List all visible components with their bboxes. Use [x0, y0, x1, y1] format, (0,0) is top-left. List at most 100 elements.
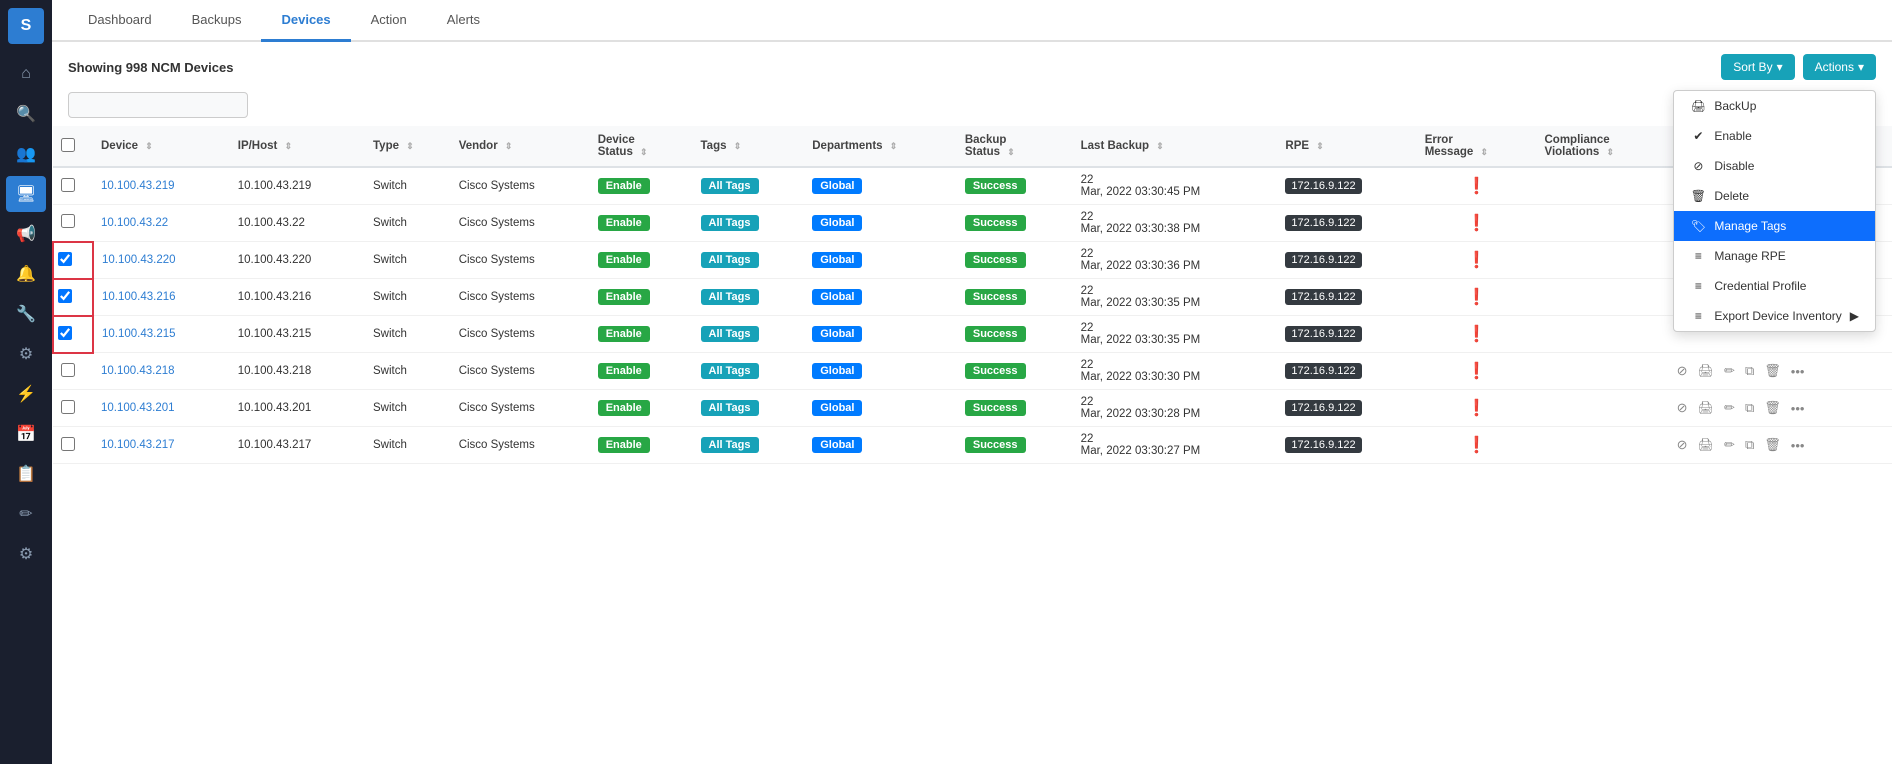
- dept-badge: Global: [812, 326, 862, 342]
- row-checkbox-cell: [53, 242, 93, 279]
- col-departments[interactable]: Departments ⇕: [804, 126, 957, 167]
- dropdown-item-enable[interactable]: ✔ Enable: [1674, 121, 1875, 151]
- row-checkbox[interactable]: [61, 437, 75, 451]
- more-row-btn[interactable]: •••: [1788, 400, 1808, 417]
- row-backup: Success: [957, 390, 1073, 427]
- device-link[interactable]: 10.100.43.220: [102, 254, 176, 266]
- tags-badge: All Tags: [701, 215, 759, 231]
- row-ip: 10.100.43.201: [230, 390, 365, 427]
- dropdown-item-delete[interactable]: 🗑 Delete: [1674, 181, 1875, 211]
- col-tags[interactable]: Tags ⇕: [693, 126, 805, 167]
- dropdown-item-credential[interactable]: ≡ Credential Profile: [1674, 271, 1875, 301]
- col-backup-status[interactable]: BackupStatus ⇕: [957, 126, 1073, 167]
- col-compliance[interactable]: ComplianceViolations ⇕: [1537, 126, 1666, 167]
- more-row-btn[interactable]: •••: [1788, 437, 1808, 454]
- row-checkbox[interactable]: [58, 252, 72, 266]
- delete-row-btn[interactable]: 🗑: [1761, 399, 1784, 417]
- backup-row-btn[interactable]: 🖨: [1695, 399, 1718, 417]
- error-icon: ❗: [1467, 252, 1487, 269]
- row-checkbox[interactable]: [58, 326, 72, 340]
- device-link[interactable]: 10.100.43.217: [101, 439, 175, 451]
- showing-label: Showing 998 NCM Devices: [68, 60, 233, 75]
- disable-row-btn[interactable]: ⊘: [1674, 436, 1691, 454]
- sort-rpe-icon: ⇕: [1316, 141, 1324, 152]
- row-type: Switch: [365, 390, 451, 427]
- dropdown-item-export[interactable]: ≡ Export Device Inventory ▶: [1674, 301, 1875, 331]
- col-last-backup[interactable]: Last Backup ⇕: [1073, 126, 1278, 167]
- device-link[interactable]: 10.100.43.201: [101, 402, 175, 414]
- dropdown-item-manage-rpe[interactable]: ≡ Manage RPE: [1674, 241, 1875, 271]
- col-ip[interactable]: IP/Host ⇕: [230, 126, 365, 167]
- sidebar-item-reports[interactable]: 📋: [6, 456, 46, 492]
- dropdown-item-manage-tags[interactable]: 🏷 Manage Tags: [1674, 211, 1875, 241]
- sidebar-item-edit[interactable]: ✏: [6, 496, 46, 532]
- tags-badge: All Tags: [701, 178, 759, 194]
- more-row-btn[interactable]: •••: [1788, 363, 1808, 380]
- status-badge: Enable: [598, 437, 650, 453]
- sidebar-item-settings[interactable]: ⚙: [6, 336, 46, 372]
- row-checkbox[interactable]: [61, 214, 75, 228]
- row-rpe: 172.16.9.122: [1277, 205, 1416, 242]
- backup-row-btn[interactable]: 🖨: [1695, 436, 1718, 454]
- tags-badge: All Tags: [701, 363, 759, 379]
- col-device-status[interactable]: DeviceStatus ⇕: [590, 126, 693, 167]
- dropdown-item-disable[interactable]: ⊘ Disable: [1674, 151, 1875, 181]
- tab-dashboard[interactable]: Dashboard: [68, 0, 172, 42]
- copy-row-btn[interactable]: ⧉: [1742, 436, 1757, 454]
- tab-devices[interactable]: Devices: [261, 0, 350, 42]
- delete-row-btn[interactable]: 🗑: [1761, 436, 1784, 454]
- table-row: 10.100.43.21710.100.43.217SwitchCisco Sy…: [53, 427, 1892, 464]
- sidebar-item-tools[interactable]: 🔧: [6, 296, 46, 332]
- row-checkbox[interactable]: [61, 400, 75, 414]
- tab-backups[interactable]: Backups: [172, 0, 262, 42]
- select-all-checkbox[interactable]: [61, 138, 75, 152]
- col-rpe[interactable]: RPE ⇕: [1277, 126, 1416, 167]
- row-checkbox[interactable]: [58, 289, 72, 303]
- sidebar-item-home[interactable]: ⌂: [6, 56, 46, 92]
- row-last-backup: 22Mar, 2022 03:30:38 PM: [1073, 205, 1278, 242]
- sidebar-item-users[interactable]: 👥: [6, 136, 46, 172]
- sidebar-item-search[interactable]: 🔍: [6, 96, 46, 132]
- sidebar-item-actions[interactable]: ⚡: [6, 376, 46, 412]
- backup-row-btn[interactable]: 🖨: [1695, 362, 1718, 380]
- sidebar-item-schedule[interactable]: 📅: [6, 416, 46, 452]
- tab-alerts[interactable]: Alerts: [427, 0, 500, 42]
- sidebar-item-alerts[interactable]: 📢: [6, 216, 46, 252]
- row-backup: Success: [957, 279, 1073, 316]
- copy-row-btn[interactable]: ⧉: [1742, 362, 1757, 380]
- device-link[interactable]: 10.100.43.216: [102, 291, 176, 303]
- device-link[interactable]: 10.100.43.22: [101, 217, 168, 229]
- device-link[interactable]: 10.100.43.218: [101, 365, 175, 377]
- sidebar-item-notifications[interactable]: 🔔: [6, 256, 46, 292]
- col-device[interactable]: Device ⇕: [93, 126, 230, 167]
- row-checkbox[interactable]: [61, 363, 75, 377]
- bell-icon: 🔔: [16, 264, 36, 284]
- dropdown-item-backup[interactable]: 🖨 BackUp: [1674, 91, 1875, 121]
- delete-row-btn[interactable]: 🗑: [1761, 362, 1784, 380]
- row-rpe: 172.16.9.122: [1277, 242, 1416, 279]
- col-error-message[interactable]: ErrorMessage ⇕: [1417, 126, 1537, 167]
- tab-action[interactable]: Action: [351, 0, 427, 42]
- col-vendor[interactable]: Vendor ⇕: [451, 126, 590, 167]
- edit-row-btn[interactable]: ✏: [1721, 362, 1738, 380]
- sidebar-item-config[interactable]: ⚙: [6, 536, 46, 572]
- row-checkbox[interactable]: [61, 178, 75, 192]
- sidebar-item-devices[interactable]: 🖥: [6, 176, 46, 212]
- edit-row-btn[interactable]: ✏: [1721, 399, 1738, 417]
- edit-row-btn[interactable]: ✏: [1721, 436, 1738, 454]
- sort-by-button[interactable]: Sort By ▾: [1721, 54, 1794, 80]
- search-input[interactable]: [68, 92, 248, 118]
- row-dept: Global: [804, 353, 957, 390]
- rpe-badge: 172.16.9.122: [1285, 289, 1361, 305]
- copy-row-btn[interactable]: ⧉: [1742, 399, 1757, 417]
- device-link[interactable]: 10.100.43.215: [102, 328, 176, 340]
- delete-icon: 🗑: [1690, 189, 1706, 203]
- disable-row-btn[interactable]: ⊘: [1674, 362, 1691, 380]
- row-error: ❗: [1417, 316, 1537, 353]
- chevron-down-icon: ▾: [1777, 60, 1783, 74]
- disable-row-btn[interactable]: ⊘: [1674, 399, 1691, 417]
- col-type[interactable]: Type ⇕: [365, 126, 451, 167]
- actions-button[interactable]: Actions ▾: [1803, 54, 1876, 80]
- row-type: Switch: [365, 242, 451, 279]
- device-link[interactable]: 10.100.43.219: [101, 180, 175, 192]
